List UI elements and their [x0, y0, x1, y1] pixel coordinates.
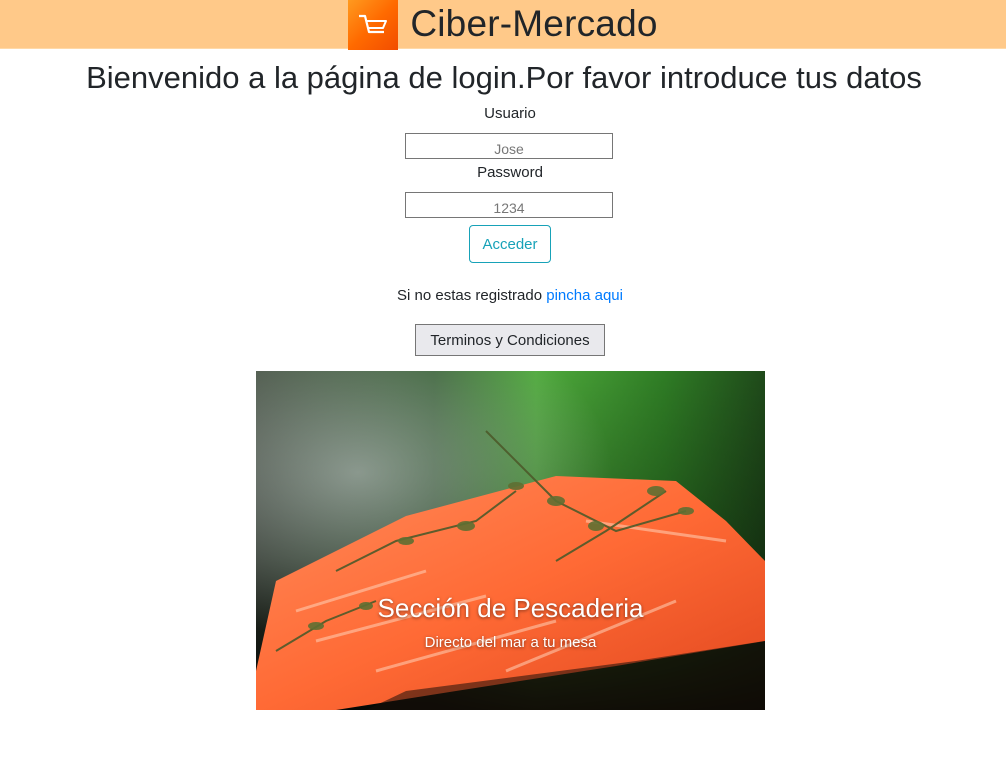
carousel-slide[interactable]: Sección de Pescaderia Directo del mar a … — [256, 371, 765, 710]
acceder-button[interactable]: Acceder — [469, 225, 551, 263]
password-label: Password — [477, 164, 543, 181]
page-title: Bienvenido a la página de login.Por favo… — [86, 60, 922, 95]
password-input[interactable] — [405, 192, 613, 218]
salmon-image — [256, 371, 765, 710]
slide-subtitle: Directo del mar a tu mesa — [424, 634, 597, 651]
register-prompt: Si no estas registrado pincha aqui — [0, 286, 1008, 306]
register-link[interactable]: pincha aqui — [546, 287, 623, 304]
shopping-cart-icon[interactable] — [348, 0, 399, 50]
slide-title: Sección de Pescaderia — [377, 593, 644, 623]
terms-button[interactable]: Terminos y Condiciones — [415, 324, 605, 356]
site-title: Ciber-Mercado — [410, 3, 658, 44]
site-header: Ciber-Mercado — [0, 0, 1006, 50]
usuario-label: Usuario — [484, 105, 536, 122]
usuario-input[interactable] — [405, 133, 613, 159]
register-text: Si no estas registrado — [397, 287, 547, 304]
